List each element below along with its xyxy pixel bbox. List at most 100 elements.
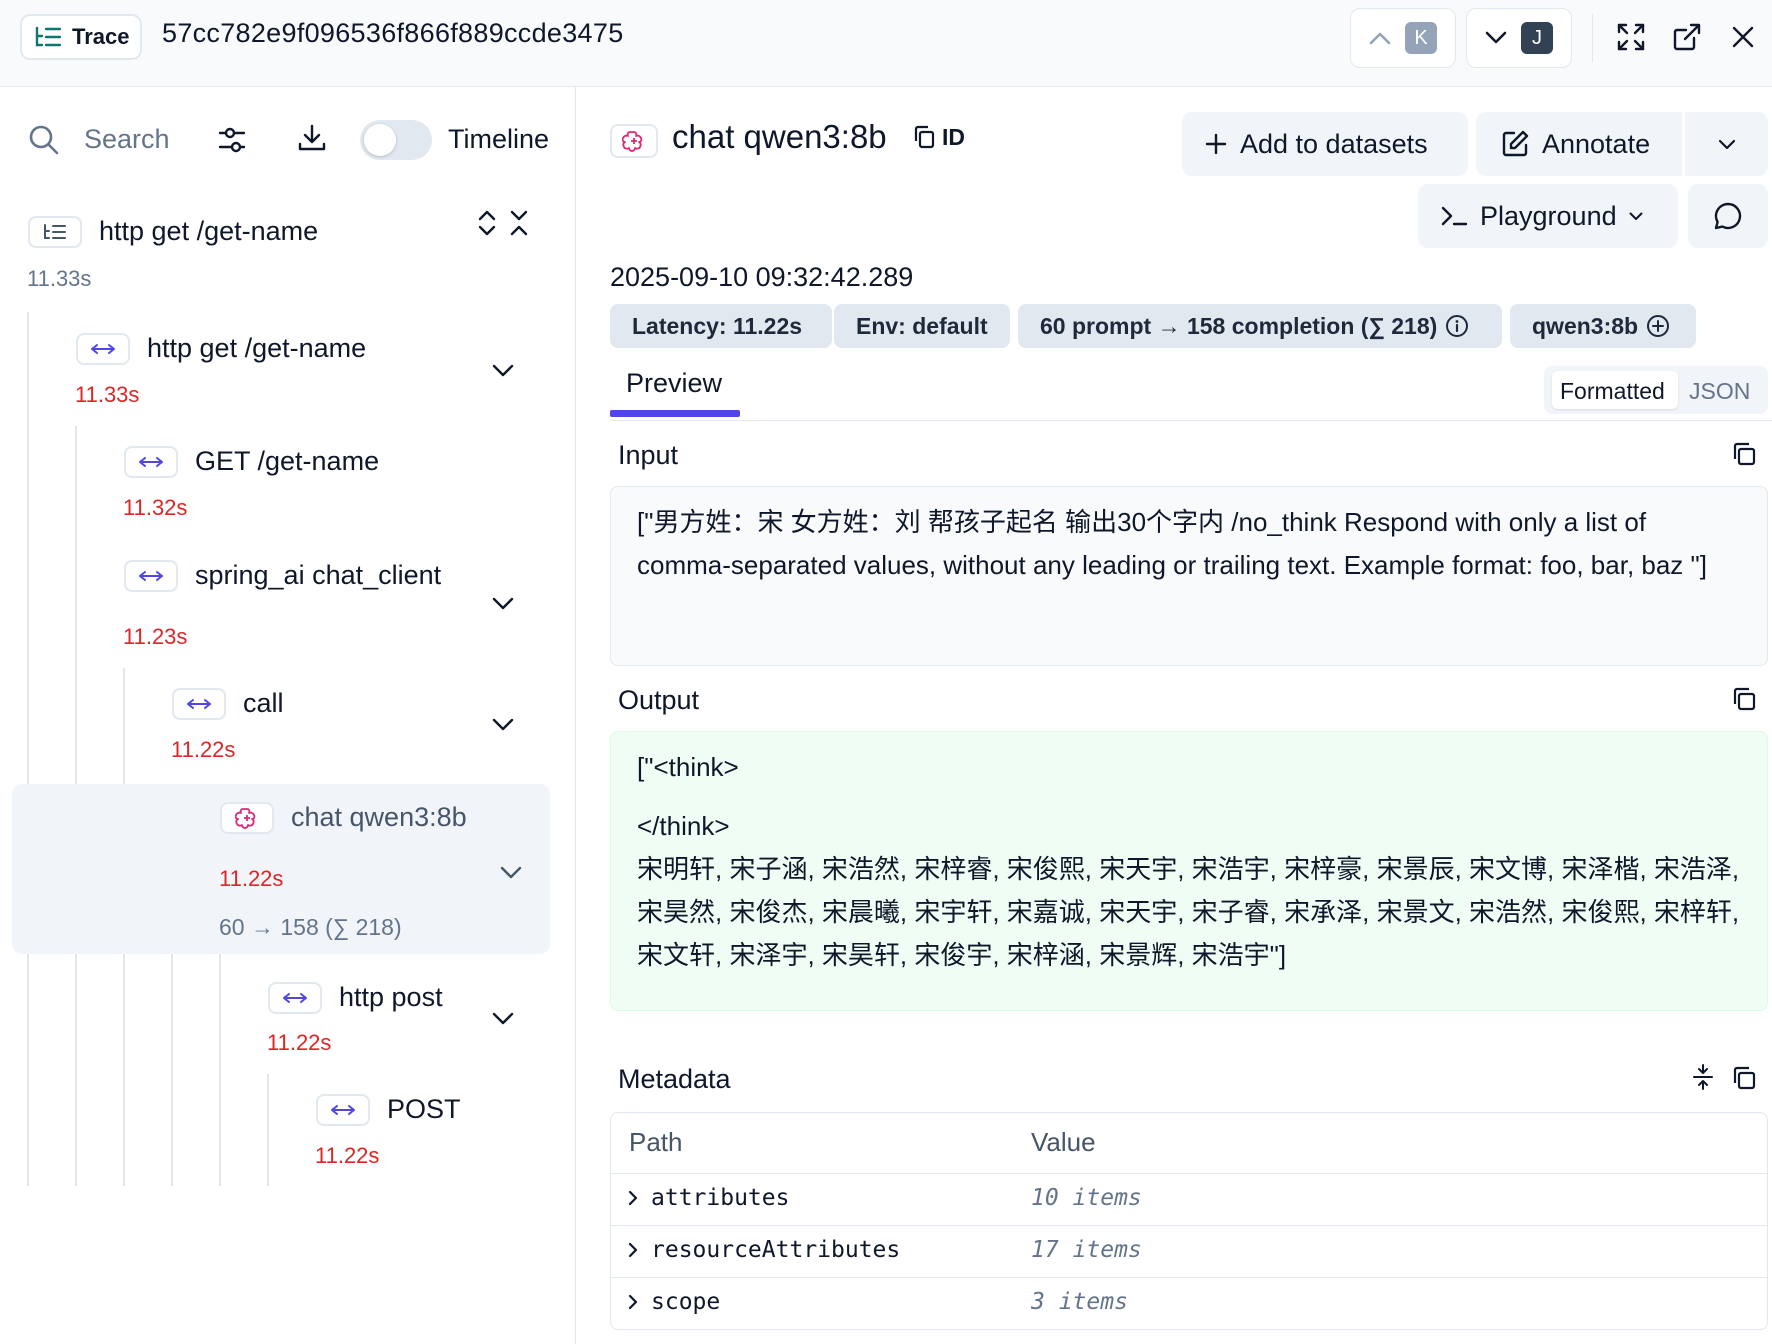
chevron-down-icon[interactable] — [492, 597, 514, 611]
edit-icon — [1500, 129, 1530, 159]
timeline-label: Timeline — [448, 124, 550, 154]
add-to-datasets-label: Add to datasets — [1240, 128, 1428, 159]
tab-active-indicator — [610, 410, 740, 417]
generation-icon — [610, 124, 658, 158]
output-line: </think> — [637, 811, 730, 841]
chevron-right-icon[interactable] — [627, 1241, 639, 1259]
token-usage-text: 60 prompt → 158 completion (∑ 218) — [1040, 312, 1438, 339]
timeline-toggle-knob — [364, 124, 396, 156]
node-duration: 11.22s — [219, 866, 284, 891]
annotate-label: Annotate — [1542, 128, 1651, 159]
span-icon — [124, 446, 178, 478]
metadata-path: scope — [651, 1289, 721, 1315]
node-name: call — [243, 688, 284, 718]
node-name: chat qwen3:8b — [291, 802, 467, 832]
tab-preview[interactable]: Preview — [626, 368, 722, 399]
span-icon — [172, 688, 226, 720]
download-icon[interactable] — [296, 122, 328, 154]
info-icon[interactable] — [1445, 314, 1469, 338]
metadata-table: Path Value attributes 10 items resourceA… — [610, 1112, 1768, 1330]
node-duration: 11.33s — [75, 382, 140, 407]
value-column-header: Value — [1031, 1127, 1096, 1157]
trace-list-icon — [34, 26, 62, 48]
shortcut-k: K — [1405, 22, 1437, 54]
annotate-button[interactable]: Annotate — [1476, 112, 1682, 176]
copy-icon[interactable] — [1730, 440, 1758, 468]
table-row[interactable]: scope 3 items — [611, 1277, 1767, 1329]
environment-badge: Env: default — [834, 304, 1010, 348]
chevron-down-icon — [1629, 212, 1643, 221]
output-title: Output — [618, 685, 700, 715]
chevron-down-icon[interactable] — [492, 718, 514, 732]
output-names: 宋明轩, 宋子涵, 宋浩然, 宋梓睿, 宋俊熙, 宋天宇, 宋浩宇, 宋梓豪, … — [637, 854, 1740, 970]
open-in-new-tab-icon[interactable] — [1670, 20, 1704, 54]
node-name: http post — [339, 982, 443, 1012]
metadata-value: 3 items — [1031, 1289, 1128, 1315]
node-duration: 11.22s — [267, 1030, 332, 1055]
view-mode-json[interactable]: JSON — [1689, 378, 1750, 405]
maximize-icon[interactable] — [1614, 20, 1648, 54]
node-duration: 11.33s — [27, 266, 92, 291]
comments-button[interactable] — [1688, 184, 1768, 248]
terminal-icon — [1440, 204, 1468, 228]
node-token-count: 60 → 158 (∑ 218) — [219, 914, 402, 940]
tree-guide-line — [219, 954, 221, 1186]
span-icon — [316, 1094, 370, 1126]
table-row[interactable]: resourceAttributes 17 items — [611, 1225, 1767, 1278]
playground-button[interactable]: Playground — [1418, 184, 1678, 248]
input-title: Input — [618, 440, 679, 470]
copy-icon[interactable] — [1730, 1064, 1758, 1092]
view-mode-formatted[interactable]: Formatted — [1560, 378, 1665, 405]
chevron-down-icon[interactable] — [492, 364, 514, 378]
node-duration: 11.32s — [123, 495, 188, 520]
node-name: POST — [387, 1094, 461, 1124]
expand-vertical-icon[interactable] — [1690, 1063, 1716, 1091]
model-badge: qwen3:8b — [1510, 304, 1696, 348]
expand-all-icon[interactable] — [476, 208, 498, 238]
trace-id: 57cc782e9f096536f866f889ccde3475 — [162, 18, 624, 48]
copy-icon[interactable] — [1730, 685, 1758, 713]
node-name: http get /get-name — [147, 333, 367, 363]
model-name: qwen3:8b — [1532, 312, 1639, 339]
chevron-down-icon — [1718, 139, 1736, 150]
tabs-divider — [610, 420, 1772, 421]
table-row[interactable]: attributes 10 items — [611, 1173, 1767, 1226]
metadata-title: Metadata — [618, 1064, 731, 1094]
node-name: http get /get-name — [99, 216, 319, 246]
close-icon[interactable] — [1726, 20, 1760, 54]
previous-trace-button[interactable]: K — [1350, 8, 1456, 68]
header-divider — [1592, 14, 1593, 62]
span-icon — [124, 560, 178, 592]
search-input[interactable]: Search — [84, 124, 170, 155]
node-name: spring_ai chat_client — [195, 560, 442, 590]
collapse-all-icon[interactable] — [508, 208, 530, 238]
latency-badge: Latency: 11.22s — [610, 304, 832, 348]
node-name: GET /get-name — [195, 446, 380, 476]
chevron-down-icon[interactable] — [492, 1012, 514, 1026]
next-trace-button[interactable]: J — [1466, 8, 1572, 68]
output-content: ["<think> </think> 宋明轩, 宋子涵, 宋浩然, 宋梓睿, 宋… — [610, 731, 1768, 1011]
add-to-datasets-button[interactable]: Add to datasets — [1182, 112, 1468, 176]
copy-id-icon[interactable] — [912, 124, 936, 150]
generation-icon — [220, 802, 274, 834]
search-icon[interactable] — [28, 124, 60, 156]
chevron-down-icon[interactable] — [500, 866, 522, 880]
chevron-right-icon[interactable] — [627, 1189, 639, 1207]
tree-guide-line — [267, 1074, 269, 1186]
trace-label: Trace — [72, 24, 130, 49]
metadata-path: resourceAttributes — [651, 1237, 901, 1263]
node-duration: 11.22s — [171, 737, 236, 762]
add-circle-icon[interactable] — [1646, 314, 1670, 338]
annotate-menu-button[interactable] — [1685, 112, 1768, 176]
observation-timestamp: 2025-09-10 09:32:42.289 — [610, 262, 914, 292]
metadata-value: 10 items — [1031, 1185, 1142, 1211]
trace-badge: Trace — [20, 14, 142, 60]
chevron-right-icon[interactable] — [627, 1293, 639, 1311]
node-duration: 11.22s — [315, 1143, 380, 1168]
copy-id-button[interactable]: ID — [942, 124, 965, 151]
filter-settings-icon[interactable] — [216, 124, 248, 156]
node-duration: 11.23s — [123, 624, 188, 649]
output-line: ["<think> — [637, 752, 739, 782]
chevron-up-icon — [1369, 31, 1391, 45]
metadata-header-row: Path Value — [611, 1113, 1767, 1174]
